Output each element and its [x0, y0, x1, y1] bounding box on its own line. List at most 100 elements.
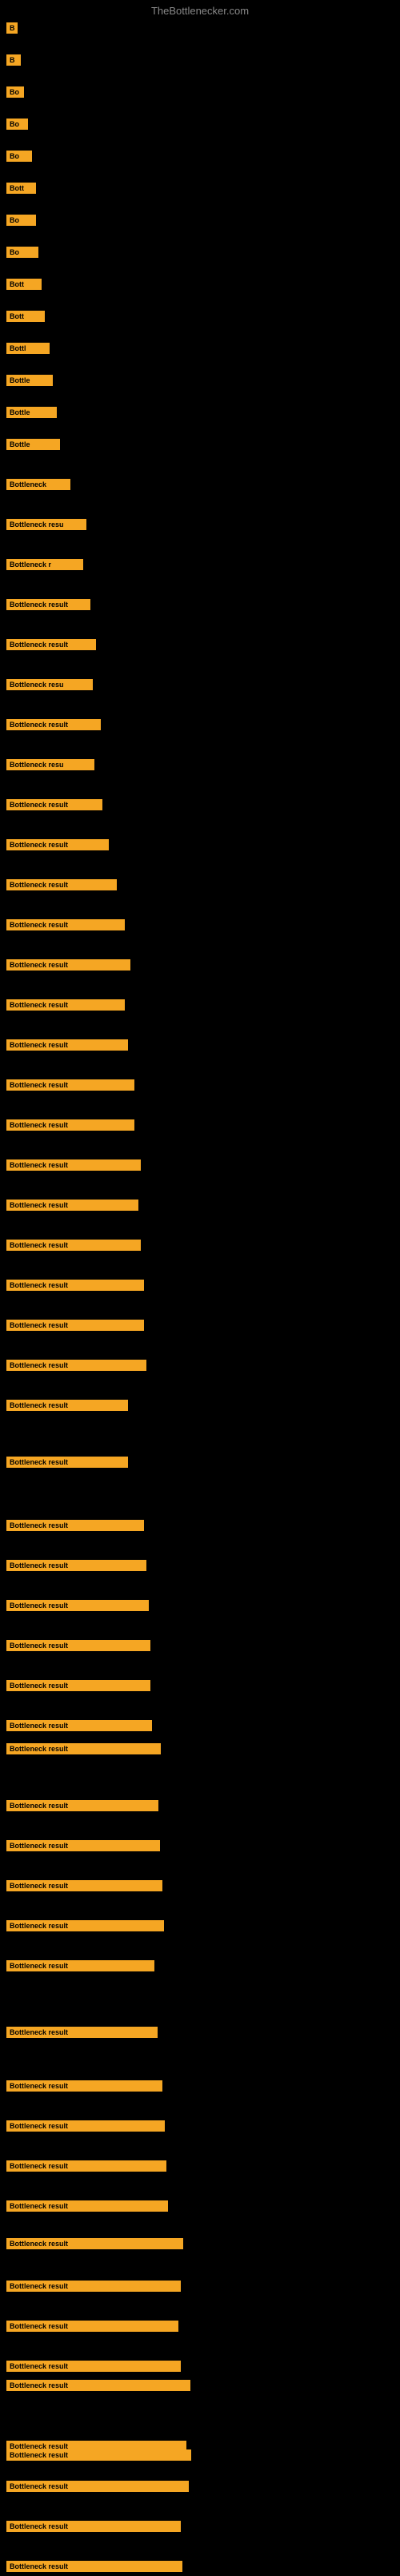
bar-item-46: Bottleneck result [6, 1743, 161, 1758]
bar-label-16: Bottleneck resu [6, 519, 86, 530]
bar-label-6: Bott [6, 183, 36, 194]
bar-item-48: Bottleneck result [6, 1840, 160, 1855]
bar-label-52: Bottleneck result [6, 2027, 158, 2038]
bar-item-63: Bottleneck result [6, 2449, 191, 2465]
bar-label-36: Bottleneck result [6, 1320, 144, 1331]
bar-item-4: Bo [6, 119, 28, 134]
bar-label-3: Bo [6, 86, 24, 98]
bar-item-55: Bottleneck result [6, 2160, 166, 2176]
bar-label-30: Bottleneck result [6, 1079, 134, 1091]
bar-label-10: Bott [6, 311, 45, 322]
bar-item-3: Bo [6, 86, 24, 102]
bar-item-58: Bottleneck result [6, 2281, 181, 2296]
bar-item-21: Bottleneck result [6, 719, 101, 734]
bar-label-7: Bo [6, 215, 36, 226]
bar-label-17: Bottleneck r [6, 559, 83, 570]
bar-label-28: Bottleneck result [6, 999, 125, 1011]
bar-label-15: Bottleneck [6, 479, 70, 490]
bar-item-17: Bottleneck r [6, 559, 83, 574]
bar-label-20: Bottleneck resu [6, 679, 93, 690]
bar-item-9: Bott [6, 279, 42, 294]
bar-item-59: Bottleneck result [6, 2321, 178, 2336]
bar-label-61: Bottleneck result [6, 2380, 190, 2391]
bar-label-59: Bottleneck result [6, 2321, 178, 2332]
bar-label-12: Bottle [6, 375, 53, 386]
bar-item-36: Bottleneck result [6, 1320, 144, 1335]
bar-item-44: Bottleneck result [6, 1680, 150, 1695]
bar-label-38: Bottleneck result [6, 1400, 128, 1411]
bar-item-15: Bottleneck [6, 479, 70, 494]
bar-item-1: B [6, 22, 18, 38]
bar-item-35: Bottleneck result [6, 1280, 144, 1295]
bar-label-4: Bo [6, 119, 28, 130]
bar-label-53: Bottleneck result [6, 2080, 162, 2092]
bar-label-21: Bottleneck result [6, 719, 101, 730]
bar-item-5: Bo [6, 151, 32, 166]
bar-item-49: Bottleneck result [6, 1880, 162, 1895]
bar-item-51: Bottleneck result [6, 1960, 154, 1975]
bar-label-47: Bottleneck result [6, 1800, 158, 1811]
bar-label-13: Bottle [6, 407, 57, 418]
bar-label-65: Bottleneck result [6, 2521, 181, 2532]
bar-label-24: Bottleneck result [6, 839, 109, 850]
bar-label-22: Bottleneck resu [6, 759, 94, 770]
bar-item-37: Bottleneck result [6, 1360, 146, 1375]
bar-label-32: Bottleneck result [6, 1159, 141, 1171]
bar-item-8: Bo [6, 247, 38, 262]
bar-item-28: Bottleneck result [6, 999, 125, 1015]
bar-item-65: Bottleneck result [6, 2521, 181, 2536]
bar-item-38: Bottleneck result [6, 1400, 128, 1415]
bar-label-60: Bottleneck result [6, 2361, 181, 2372]
bar-item-6: Bott [6, 183, 36, 198]
bar-item-42: Bottleneck result [6, 1600, 149, 1615]
bar-item-13: Bottle [6, 407, 57, 422]
bar-item-66: Bottleneck result [6, 2561, 182, 2576]
bar-item-32: Bottleneck result [6, 1159, 141, 1175]
bar-label-2: B [6, 54, 21, 66]
bar-label-35: Bottleneck result [6, 1280, 144, 1291]
bar-item-23: Bottleneck result [6, 799, 102, 814]
bar-item-47: Bottleneck result [6, 1800, 158, 1815]
bar-label-37: Bottleneck result [6, 1360, 146, 1371]
bar-item-11: Bottl [6, 343, 50, 358]
bar-item-33: Bottleneck result [6, 1200, 138, 1215]
bar-label-34: Bottleneck result [6, 1240, 141, 1251]
bar-label-23: Bottleneck result [6, 799, 102, 810]
bar-label-11: Bottl [6, 343, 50, 354]
bar-item-29: Bottleneck result [6, 1039, 128, 1055]
bar-label-14: Bottle [6, 439, 60, 450]
bar-label-27: Bottleneck result [6, 959, 130, 971]
bar-label-26: Bottleneck result [6, 919, 125, 930]
bar-item-20: Bottleneck resu [6, 679, 93, 694]
bar-item-27: Bottleneck result [6, 959, 130, 975]
bar-label-42: Bottleneck result [6, 1600, 149, 1611]
bar-item-57: Bottleneck result [6, 2238, 183, 2253]
bar-item-41: Bottleneck result [6, 1560, 146, 1575]
bar-label-57: Bottleneck result [6, 2238, 183, 2249]
bar-item-10: Bott [6, 311, 45, 326]
bar-label-54: Bottleneck result [6, 2120, 165, 2132]
bar-item-64: Bottleneck result [6, 2481, 189, 2496]
bar-item-7: Bo [6, 215, 36, 230]
bar-label-45: Bottleneck result [6, 1720, 152, 1731]
bar-label-33: Bottleneck result [6, 1200, 138, 1211]
bar-label-49: Bottleneck result [6, 1880, 162, 1891]
bar-label-19: Bottleneck result [6, 639, 96, 650]
bar-item-53: Bottleneck result [6, 2080, 162, 2096]
bar-label-18: Bottleneck result [6, 599, 90, 610]
bar-label-63: Bottleneck result [6, 2449, 191, 2461]
bar-item-39: Bottleneck result [6, 1457, 128, 1472]
bar-item-34: Bottleneck result [6, 1240, 141, 1255]
bar-item-56: Bottleneck result [6, 2200, 168, 2216]
bar-label-9: Bott [6, 279, 42, 290]
bar-item-2: B [6, 54, 21, 70]
bar-label-44: Bottleneck result [6, 1680, 150, 1691]
bar-item-50: Bottleneck result [6, 1920, 164, 1935]
bar-item-18: Bottleneck result [6, 599, 90, 614]
bar-label-29: Bottleneck result [6, 1039, 128, 1051]
bar-label-31: Bottleneck result [6, 1119, 134, 1131]
bar-item-45: Bottleneck result [6, 1720, 152, 1735]
bar-label-39: Bottleneck result [6, 1457, 128, 1468]
bar-label-43: Bottleneck result [6, 1640, 150, 1651]
bar-label-1: B [6, 22, 18, 34]
